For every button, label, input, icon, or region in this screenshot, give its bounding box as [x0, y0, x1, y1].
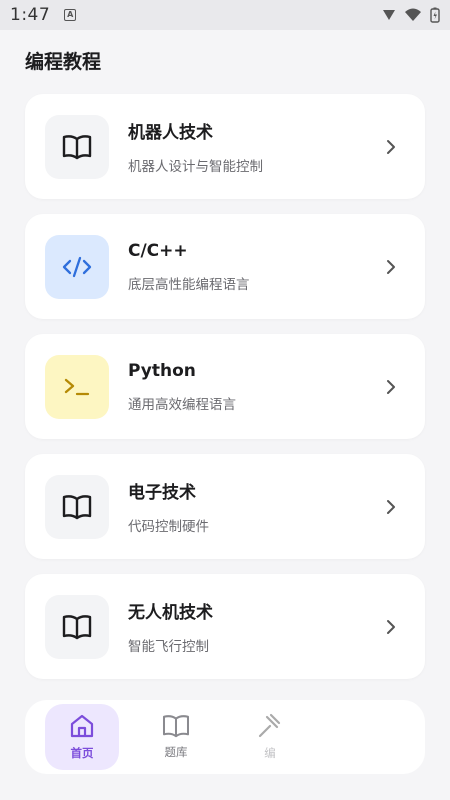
course-title: 电子技术: [128, 483, 196, 503]
chevron-right-icon: [383, 139, 399, 155]
terminal-icon: [64, 378, 90, 395]
tab-programming[interactable]: 编: [233, 704, 307, 770]
course-text: C/C++ 底层高性能编程语言: [128, 241, 383, 293]
system-nav-area: [0, 776, 450, 800]
chevron-right-icon: [383, 259, 399, 275]
course-icon-box: [45, 114, 109, 179]
course-icon-box: [45, 594, 109, 659]
battery-icon: [430, 7, 440, 23]
signal-icon: [383, 10, 395, 20]
course-subtitle: 代码控制硬件: [128, 519, 209, 535]
book-icon: [62, 494, 92, 519]
status-time: 1:47: [10, 5, 51, 25]
course-card-robotics[interactable]: 机器人技术 机器人设计与智能控制: [25, 94, 425, 199]
course-card-drone[interactable]: 无人机技术 智能飞行控制: [25, 574, 425, 679]
course-title: 机器人技术: [128, 123, 213, 143]
tab-question-bank[interactable]: 题库: [139, 704, 213, 770]
chevron-right-icon: [383, 379, 399, 395]
hammer-icon: [258, 713, 281, 738]
course-subtitle: 通用高效编程语言: [128, 396, 236, 413]
notification-icon: A: [64, 9, 77, 21]
course-text: 电子技术 代码控制硬件: [128, 478, 383, 535]
course-text: Python 通用高效编程语言: [128, 361, 383, 413]
course-title: 无人机技术: [128, 603, 213, 623]
course-icon-box: [45, 474, 109, 539]
course-icon-box: [45, 234, 109, 299]
tab-home[interactable]: 首页: [45, 704, 119, 770]
course-icon-box: [45, 354, 109, 419]
chevron-right-icon: [383, 499, 399, 515]
course-card-electronics[interactable]: 电子技术 代码控制硬件: [25, 454, 425, 559]
tab-label: 首页: [70, 746, 94, 760]
code-icon: [62, 256, 92, 277]
tab-label: 题库: [164, 745, 188, 759]
course-subtitle: 智能飞行控制: [128, 639, 209, 655]
book-icon: [62, 134, 92, 159]
status-bar: 1:47 A: [0, 0, 450, 30]
status-icons: [382, 7, 440, 23]
course-subtitle: 底层高性能编程语言: [128, 276, 250, 293]
course-card-python[interactable]: Python 通用高效编程语言: [25, 334, 425, 439]
course-text: 无人机技术 智能飞行控制: [128, 598, 383, 655]
page-title: 编程教程: [25, 51, 102, 73]
home-icon: [70, 714, 94, 738]
chevron-right-icon: [383, 619, 399, 635]
tab-label: 编: [264, 746, 276, 760]
book-icon: [62, 614, 92, 639]
course-text: 机器人技术 机器人设计与智能控制: [128, 118, 383, 175]
course-title: C/C++: [128, 240, 188, 261]
course-card-cpp[interactable]: C/C++ 底层高性能编程语言: [25, 214, 425, 319]
course-list: 机器人技术 机器人设计与智能控制 C/C++ 底层高性能编程语言 Python …: [25, 94, 425, 694]
bottom-tab-bar: 首页 题库 编: [25, 700, 425, 774]
course-subtitle: 机器人设计与智能控制: [128, 159, 263, 175]
book-icon: [162, 715, 190, 738]
wifi-icon: [405, 8, 421, 21]
course-title: Python: [128, 360, 196, 381]
